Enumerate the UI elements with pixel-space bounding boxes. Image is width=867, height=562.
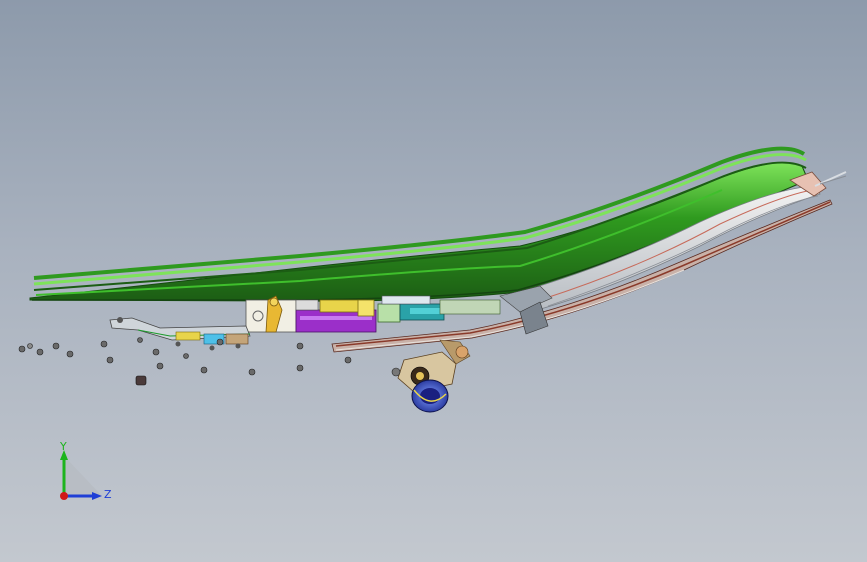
x-axis-dot — [60, 492, 68, 500]
fastener[interactable] — [200, 366, 208, 374]
fastener[interactable] — [344, 356, 352, 364]
drive-motor-unit[interactable] — [391, 339, 471, 413]
fastener[interactable] — [296, 342, 304, 350]
fastener[interactable] — [152, 348, 160, 356]
fastener[interactable] — [137, 337, 143, 343]
z-axis-label: Z — [104, 488, 112, 501]
green-sheet-layers[interactable] — [29, 146, 809, 302]
y-axis-label: Y — [59, 440, 67, 453]
fastener-nut[interactable] — [135, 375, 147, 386]
cad-model-assembly[interactable] — [0, 0, 867, 562]
fastener[interactable] — [52, 342, 60, 350]
fastener[interactable] — [100, 340, 108, 348]
fastener-set[interactable] — [18, 337, 352, 386]
fastener[interactable] — [36, 348, 44, 356]
fastener[interactable] — [18, 345, 26, 353]
left-arm-bracket[interactable] — [109, 317, 251, 351]
fastener[interactable] — [106, 356, 114, 364]
triad-plane — [64, 456, 102, 496]
fastener[interactable] — [248, 368, 256, 376]
fastener[interactable] — [27, 343, 33, 349]
graphics-viewport[interactable]: Y Z — [0, 0, 867, 562]
fastener[interactable] — [296, 364, 304, 372]
fastener[interactable] — [156, 362, 164, 370]
orientation-triad[interactable]: Y Z — [50, 440, 120, 510]
fastener[interactable] — [66, 350, 74, 358]
fastener[interactable] — [183, 353, 189, 359]
fastener[interactable] — [216, 338, 224, 346]
